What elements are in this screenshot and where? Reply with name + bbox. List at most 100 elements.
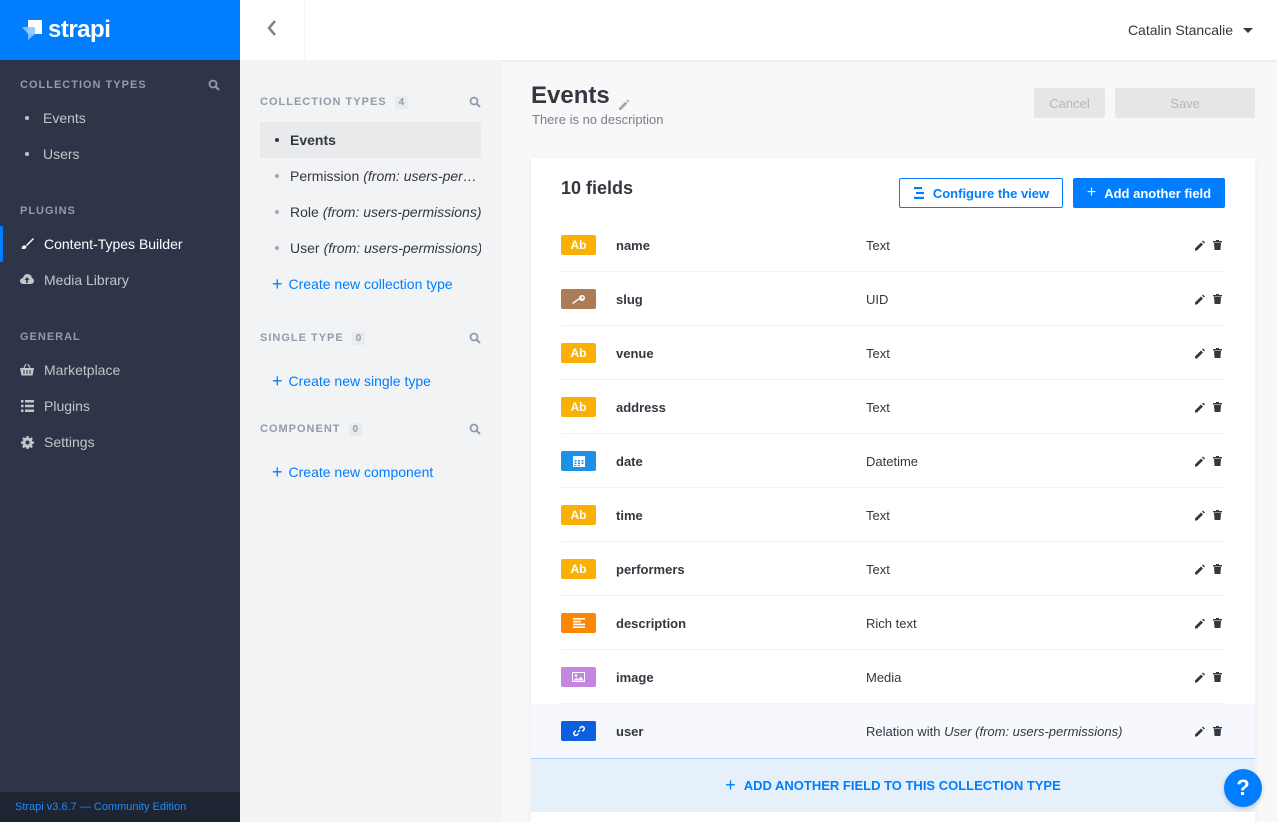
field-row-performers[interactable]: Ab performers Text: [531, 542, 1255, 596]
nav-item-label: Content-Types Builder: [44, 236, 183, 252]
subnav-section-title: COMPONENT: [260, 423, 341, 435]
nav-section-title: PLUGINS: [20, 205, 76, 217]
back-button[interactable]: [240, 0, 305, 60]
trash-icon[interactable]: [1213, 671, 1223, 683]
trash-icon[interactable]: [1213, 725, 1223, 737]
search-icon[interactable]: [208, 79, 220, 91]
pencil-icon[interactable]: [1195, 402, 1205, 413]
field-name: address: [616, 399, 666, 415]
cancel-button[interactable]: Cancel: [1034, 88, 1105, 118]
subnav-item-role[interactable]: Role (from: users-permissions): [260, 194, 481, 230]
brand-name: strapi: [48, 16, 111, 43]
field-row-name[interactable]: Ab name Text: [531, 218, 1255, 272]
field-type: Text: [866, 561, 890, 577]
pencil-icon[interactable]: [618, 90, 630, 110]
nav-section-plugins: PLUGINS Content-Types Builder Media Libr…: [0, 203, 240, 298]
nav-item-marketplace[interactable]: Marketplace: [20, 352, 220, 388]
trash-icon[interactable]: [1213, 509, 1223, 521]
field-row-image[interactable]: image Media: [531, 650, 1255, 704]
nav-item-plugins[interactable]: Plugins: [20, 388, 220, 424]
top-header: Catalin Stancalie: [240, 0, 1277, 60]
search-icon[interactable]: [469, 423, 481, 435]
text-icon: Ab: [561, 397, 596, 417]
create-label: Create new single type: [288, 373, 431, 389]
nav-item-users[interactable]: Users: [20, 136, 220, 172]
pencil-icon[interactable]: [1195, 510, 1205, 521]
count-badge: 4: [394, 95, 409, 109]
field-name: venue: [616, 345, 654, 361]
subnav-item-events[interactable]: Events: [260, 122, 481, 158]
bullet-icon: [275, 246, 279, 250]
version-footer[interactable]: Strapi v3.6.7 — Community Edition: [0, 792, 240, 822]
pencil-icon[interactable]: [1195, 294, 1205, 305]
subnav-item-permission[interactable]: Permission(from: users-permiss…: [260, 158, 481, 194]
list-icon: [20, 399, 34, 413]
search-icon[interactable]: [469, 332, 481, 344]
nav-item-content-types-builder[interactable]: Content-Types Builder: [0, 226, 220, 262]
search-icon[interactable]: [469, 96, 481, 108]
pencil-icon[interactable]: [1195, 240, 1205, 251]
subnav-component: COMPONENT 0 + Create new component: [260, 421, 481, 490]
field-row-date[interactable]: date Datetime: [531, 434, 1255, 488]
text-icon: Ab: [561, 505, 596, 525]
page-description: There is no description: [532, 112, 664, 127]
trash-icon[interactable]: [1213, 455, 1223, 467]
pencil-icon[interactable]: [1195, 726, 1205, 737]
configure-view-button[interactable]: Configure the view: [899, 178, 1063, 208]
nav-item-label: Settings: [44, 434, 95, 450]
text-icon: Ab: [561, 235, 596, 255]
nav-item-settings[interactable]: Settings: [20, 424, 220, 460]
create-label: Create new collection type: [288, 276, 453, 292]
basket-icon: [20, 363, 34, 377]
create-collection-type-link[interactable]: + Create new collection type: [260, 266, 481, 302]
nav-item-media-library[interactable]: Media Library: [20, 262, 220, 298]
field-type: Datetime: [866, 453, 919, 469]
pencil-icon[interactable]: [1195, 348, 1205, 359]
add-field-label: Add another field: [1104, 185, 1212, 201]
add-field-button[interactable]: + Add another field: [1073, 178, 1225, 208]
create-single-type-link[interactable]: + Create new single type: [260, 363, 481, 399]
key-icon: [561, 289, 596, 309]
field-row-description[interactable]: description Rich text: [531, 596, 1255, 650]
pencil-icon[interactable]: [1195, 618, 1205, 629]
pencil-icon[interactable]: [1195, 564, 1205, 575]
field-type: Text: [866, 237, 890, 253]
create-component-link[interactable]: + Create new component: [260, 454, 481, 490]
trash-icon[interactable]: [1213, 239, 1223, 251]
text-icon: Ab: [561, 559, 596, 579]
relation-target: User (from: users-permissions): [944, 723, 1123, 739]
help-button[interactable]: ?: [1224, 769, 1262, 807]
nav-section-title: COLLECTION TYPES: [20, 79, 147, 91]
fields-count: 10 fields: [561, 178, 634, 198]
trash-icon[interactable]: [1213, 563, 1223, 575]
field-type: Rich text: [866, 615, 917, 631]
trash-icon[interactable]: [1213, 347, 1223, 359]
pencil-icon[interactable]: [1195, 456, 1205, 467]
field-row-venue[interactable]: Ab venue Text: [531, 326, 1255, 380]
nav-item-events[interactable]: Events: [20, 100, 220, 136]
content-types-subnav: COLLECTION TYPES 4 Events Permission (fro…: [240, 60, 501, 822]
field-row-slug[interactable]: slug UID: [531, 272, 1255, 326]
user-menu[interactable]: Catalin Stancalie: [1128, 0, 1253, 60]
trash-icon[interactable]: [1213, 401, 1223, 413]
bullet-icon: [25, 152, 29, 156]
bullet-icon: [275, 138, 279, 142]
add-field-to-collection-button[interactable]: + ADD ANOTHER FIELD TO THIS COLLECTION T…: [531, 758, 1255, 812]
field-row-address[interactable]: Ab address Text: [531, 380, 1255, 434]
relation-label: Relation with: [866, 723, 941, 739]
layout-icon: [913, 187, 925, 199]
field-row-user[interactable]: user Relation with User (from: users-per…: [531, 704, 1255, 758]
subnav-item-user[interactable]: User (from: users-permissions): [260, 230, 481, 266]
nav-item-label: Events: [43, 110, 86, 126]
text-icon: Ab: [561, 343, 596, 363]
nav-section-collection-types: COLLECTION TYPES Events Users: [0, 77, 240, 172]
trash-icon[interactable]: [1213, 293, 1223, 305]
trash-icon[interactable]: [1213, 617, 1223, 629]
main-content: Events There is no description Cancel Sa…: [501, 60, 1277, 822]
field-type: Relation with User (from: users-permissi…: [866, 724, 1122, 739]
subnav-item-source: (from: users-permissions): [323, 240, 481, 256]
pencil-icon[interactable]: [1195, 672, 1205, 683]
brand-header[interactable]: strapi: [0, 0, 240, 60]
save-button[interactable]: Save: [1115, 88, 1255, 118]
field-row-time[interactable]: Ab time Text: [531, 488, 1255, 542]
